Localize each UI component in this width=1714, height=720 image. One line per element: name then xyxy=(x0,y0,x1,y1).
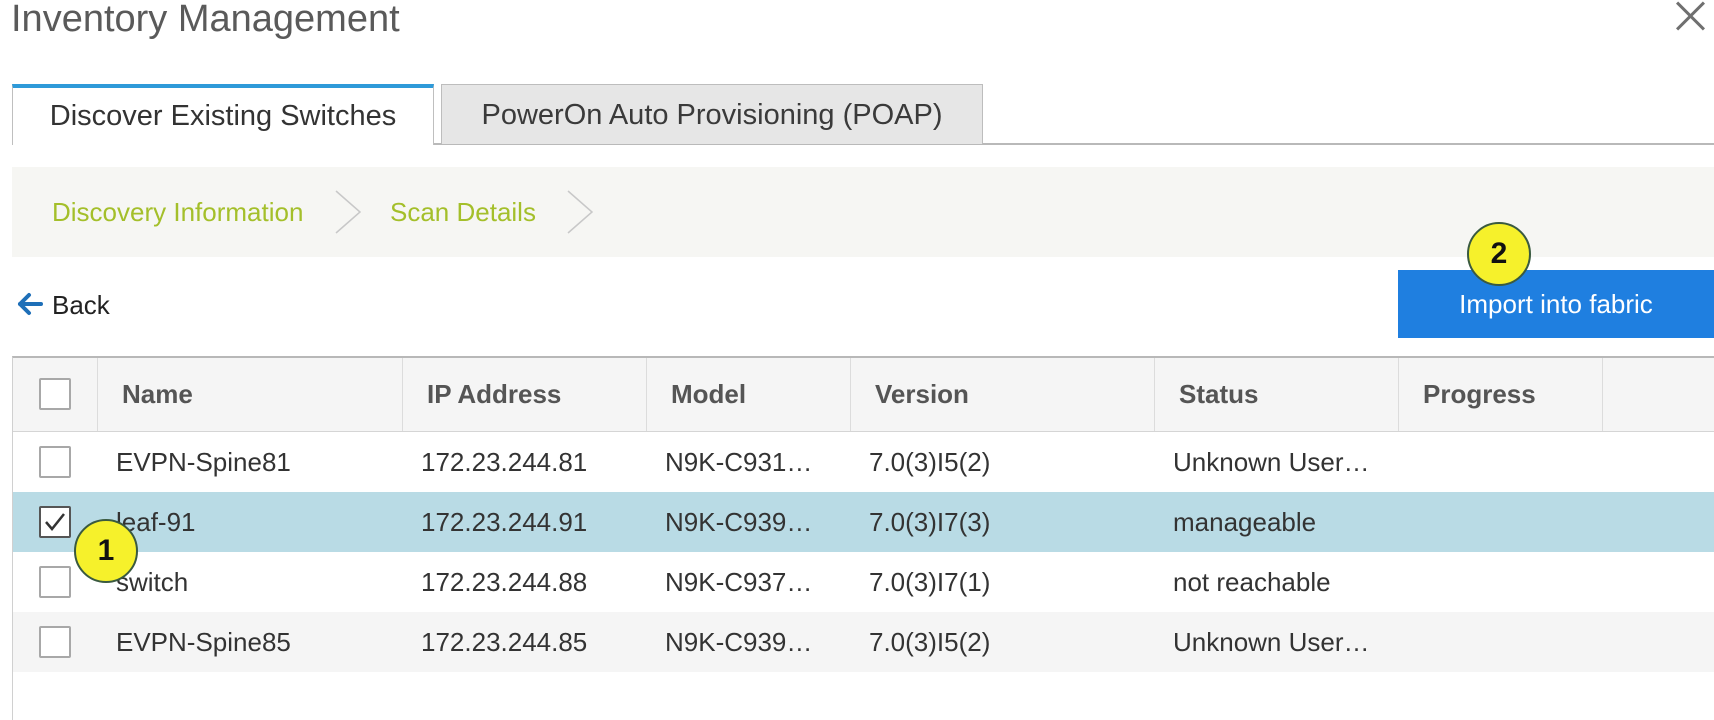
dialog-title: Inventory Management xyxy=(11,0,400,40)
cell-name: leaf-91 xyxy=(116,507,196,537)
column-header-model[interactable]: Model xyxy=(647,358,851,431)
cell-name: switch xyxy=(116,567,189,597)
cell-model: N9K-C937… xyxy=(665,567,813,597)
close-icon[interactable] xyxy=(1672,0,1710,38)
cell-ip-address: 172.23.244.88 xyxy=(421,567,588,597)
callout-badge-1: 1 xyxy=(74,519,138,583)
row-checkbox[interactable] xyxy=(39,506,71,538)
cell-version: 7.0(3)I7(3) xyxy=(869,507,991,537)
cell-ip-address: 172.23.244.81 xyxy=(421,447,588,477)
back-link[interactable]: Back xyxy=(16,285,110,325)
select-all-checkbox[interactable] xyxy=(39,378,71,410)
cell-progress xyxy=(1417,552,1597,612)
cell-model: N9K-C931… xyxy=(665,447,813,477)
column-header-ip-address[interactable]: IP Address xyxy=(403,358,647,431)
cell-name: EVPN-Spine85 xyxy=(116,627,291,657)
cell-version: 7.0(3)I7(1) xyxy=(869,567,991,597)
table-row[interactable]: EVPN-Spine81 172.23.244.81 N9K-C931… 7.0… xyxy=(13,432,1714,492)
checkmark-icon xyxy=(45,513,65,531)
tab-discover-existing-switches[interactable]: Discover Existing Switches xyxy=(12,84,434,145)
table-row[interactable]: switch 172.23.244.88 N9K-C937… 7.0(3)I7(… xyxy=(13,552,1714,612)
cell-progress xyxy=(1417,612,1597,672)
cell-version: 7.0(3)I5(2) xyxy=(869,627,991,657)
cell-ip-address: 172.23.244.91 xyxy=(421,507,588,537)
column-header-name[interactable]: Name xyxy=(98,358,403,431)
table-header: Name IP Address Model Version Status Pro… xyxy=(13,358,1714,432)
step-scan-details[interactable]: Scan Details xyxy=(390,167,536,257)
column-header-progress[interactable]: Progress xyxy=(1399,358,1603,431)
row-checkbox[interactable] xyxy=(39,626,71,658)
chevron-right-icon xyxy=(567,190,594,234)
cell-status: not reachable xyxy=(1173,567,1331,597)
chevron-right-icon xyxy=(335,190,362,234)
import-into-fabric-button[interactable]: Import into fabric xyxy=(1398,270,1714,338)
table-row[interactable]: EVPN-Spine85 172.23.244.85 N9K-C939… 7.0… xyxy=(13,612,1714,672)
cell-model: N9K-C939… xyxy=(665,507,813,537)
cell-ip-address: 172.23.244.85 xyxy=(421,627,588,657)
table-row[interactable]: leaf-91 172.23.244.91 N9K-C939… 7.0(3)I7… xyxy=(13,492,1714,552)
cell-model: N9K-C939… xyxy=(665,627,813,657)
tab-poap[interactable]: PowerOn Auto Provisioning (POAP) xyxy=(441,84,983,144)
switches-table: Name IP Address Model Version Status Pro… xyxy=(12,356,1714,720)
select-all-cell xyxy=(13,358,98,431)
row-checkbox[interactable] xyxy=(39,446,71,478)
cell-version: 7.0(3)I5(2) xyxy=(869,447,991,477)
cell-progress xyxy=(1417,492,1597,552)
cell-status: manageable xyxy=(1173,507,1317,537)
cell-progress xyxy=(1417,432,1597,492)
row-checkbox[interactable] xyxy=(39,566,71,598)
cell-status: Unknown User… xyxy=(1173,627,1370,657)
cell-status: Unknown User… xyxy=(1173,447,1370,477)
column-header-version[interactable]: Version xyxy=(851,358,1155,431)
wizard-steps: Discovery Information Scan Details xyxy=(12,167,1714,257)
callout-badge-2: 2 xyxy=(1467,222,1531,286)
arrow-left-icon xyxy=(18,293,43,315)
back-label: Back xyxy=(52,290,110,320)
column-header-status[interactable]: Status xyxy=(1155,358,1399,431)
cell-name: EVPN-Spine81 xyxy=(116,447,291,477)
step-discovery-information[interactable]: Discovery Information xyxy=(52,167,303,257)
